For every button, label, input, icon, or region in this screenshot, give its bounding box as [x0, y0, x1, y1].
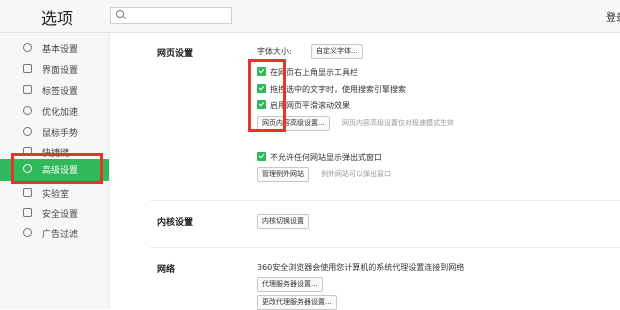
- change-proxy-button[interactable]: 更改代理服务器设置...: [257, 295, 337, 310]
- lab-icon: [23, 188, 32, 197]
- sidebar-item-label: 安全设置: [42, 210, 79, 220]
- sidebar-item-basic[interactable]: 基本设置: [0, 39, 109, 59]
- section-title-kernel: 内核设置: [157, 218, 194, 228]
- sidebar-item-mouse[interactable]: 鼠标手势: [0, 123, 109, 143]
- tag-icon: [23, 85, 32, 94]
- sidebar-item-adblock[interactable]: 广告过滤: [0, 224, 109, 244]
- mouse-icon: [23, 127, 32, 136]
- sidebar-item-label: 基本设置: [42, 45, 79, 55]
- kernel-switch-button[interactable]: 内核切换设置: [257, 214, 309, 229]
- header-bar: 选项 登录: [0, 0, 620, 33]
- drag-search-checkbox-label: 拖拽选中的文字时，使用搜索引擎搜索: [270, 85, 406, 94]
- divider: [150, 247, 620, 248]
- highlight-box-checkboxes: [248, 59, 286, 132]
- sidebar-item-label: 实验室: [42, 190, 70, 200]
- manage-exceptions-button[interactable]: 管理例外网站: [257, 167, 309, 182]
- section-title-network: 网络: [157, 265, 176, 275]
- sidebar-item-label: 鼠标手势: [42, 129, 79, 139]
- search-icon: [116, 10, 124, 18]
- sidebar-item-label: 标签设置: [42, 87, 79, 97]
- popup-block-checkbox-label: 不允许任何网站显示弹出式窗口: [270, 153, 382, 162]
- login-link[interactable]: 登录: [606, 9, 620, 24]
- sidebar-item-lab[interactable]: 实验室: [0, 184, 109, 204]
- network-description: 360安全浏览器会使用您计算机的系统代理设置连接到网络: [257, 263, 465, 272]
- sidebar-item-label: 优化加速: [42, 108, 79, 118]
- divider: [150, 200, 620, 201]
- shield-icon: [23, 208, 32, 217]
- sidebar-item-label: 界面设置: [42, 66, 79, 76]
- sidebar-item-optimize[interactable]: 优化加速: [0, 102, 109, 122]
- window-icon: [23, 64, 32, 73]
- sidebar-item-label: 广告过滤: [42, 230, 79, 240]
- sidebar-item-tabs[interactable]: 标签设置: [0, 81, 109, 101]
- rocket-icon: [23, 106, 32, 115]
- font-size-label: 字体大小:: [257, 47, 292, 56]
- highlight-box-sidebar: [11, 153, 103, 184]
- settings-icon: [23, 43, 32, 52]
- page-title: 选项: [41, 9, 74, 28]
- popup-exceptions-hint: 例外网站可以弹出窗口: [321, 170, 391, 178]
- custom-font-button[interactable]: 自定义字体...: [311, 44, 363, 59]
- popup-block-checkbox[interactable]: [257, 152, 266, 161]
- advanced-content-hint: 网页内容高级设置仅对极速模式生效: [342, 119, 454, 127]
- proxy-settings-button[interactable]: 代理服务器设置...: [257, 277, 323, 292]
- block-icon: [23, 228, 32, 237]
- section-title-webpage: 网页设置: [157, 49, 194, 59]
- search-input[interactable]: [110, 7, 232, 24]
- sidebar-item-interface[interactable]: 界面设置: [0, 60, 109, 80]
- sidebar-item-security[interactable]: 安全设置: [0, 204, 109, 224]
